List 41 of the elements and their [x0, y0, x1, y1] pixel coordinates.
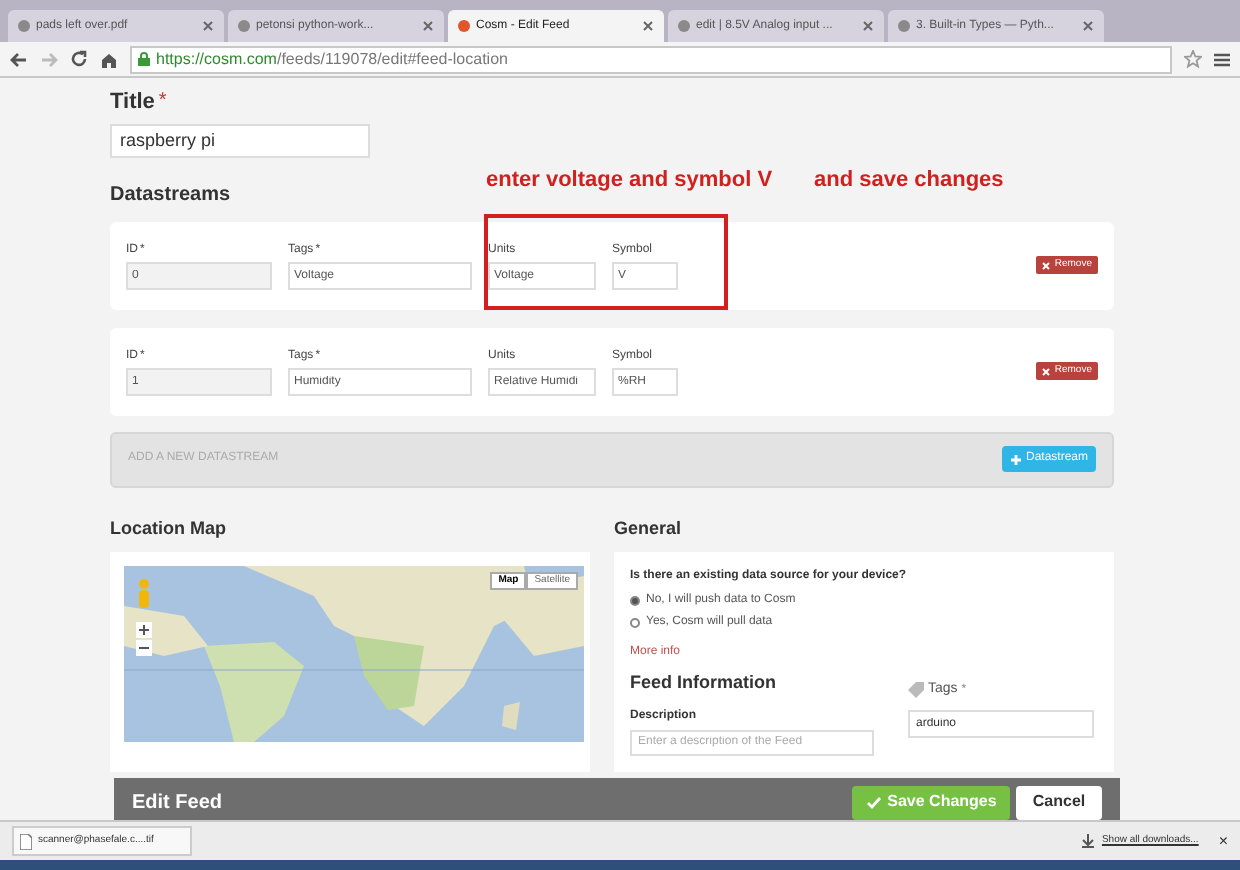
close-icon[interactable]: [862, 20, 874, 32]
tag-icon: [908, 682, 924, 699]
menu-icon[interactable]: [1214, 51, 1230, 67]
zoom-out-icon[interactable]: [136, 640, 152, 656]
address-bar[interactable]: https://cosm.com/feeds/119078/edit#feed-location: [130, 45, 1172, 73]
reload-icon[interactable]: [70, 50, 88, 68]
lock-icon: [138, 52, 150, 66]
section-heading: General: [614, 515, 684, 541]
annotation-text: enter voltage and symbol V: [486, 165, 775, 193]
close-icon[interactable]: [642, 20, 654, 32]
tab-icon: [18, 20, 30, 32]
tab-icon: [898, 20, 910, 32]
required-mark: *: [158, 88, 167, 116]
tab-icon: [678, 20, 690, 32]
close-icon[interactable]: [202, 20, 214, 32]
back-icon[interactable]: [10, 51, 28, 67]
close-icon: [1042, 367, 1051, 375]
download-icon: [1081, 834, 1094, 848]
zoom-in-icon[interactable]: [136, 622, 152, 638]
file-icon: [20, 833, 32, 849]
check-icon: [865, 795, 882, 809]
plus-icon: [1009, 453, 1022, 465]
url-text: https://cosm.com/feeds/119078/edit#feed-location: [156, 47, 508, 71]
subsection-heading: Feed Information: [630, 670, 779, 696]
tab-icon: [458, 20, 470, 32]
close-icon[interactable]: ×: [1218, 829, 1228, 853]
radio-button[interactable]: [630, 596, 640, 606]
close-icon: [1042, 261, 1051, 269]
tab-icon: [238, 20, 250, 32]
radio-button[interactable]: [630, 618, 640, 628]
annotation-text: and save changes: [814, 165, 1004, 193]
star-icon[interactable]: [1184, 50, 1202, 68]
field-label: Title: [110, 88, 155, 118]
close-icon[interactable]: [422, 20, 434, 32]
close-icon[interactable]: [1082, 20, 1094, 32]
cancel-button[interactable]: Cancel: [1016, 785, 1102, 819]
home-icon[interactable]: [100, 51, 118, 67]
title-field[interactable]: raspberry pi: [110, 123, 370, 157]
section-heading: Location Map: [110, 515, 228, 542]
bar-title: Edit Feed: [132, 789, 223, 817]
section-heading: Datastreams: [110, 181, 233, 209]
